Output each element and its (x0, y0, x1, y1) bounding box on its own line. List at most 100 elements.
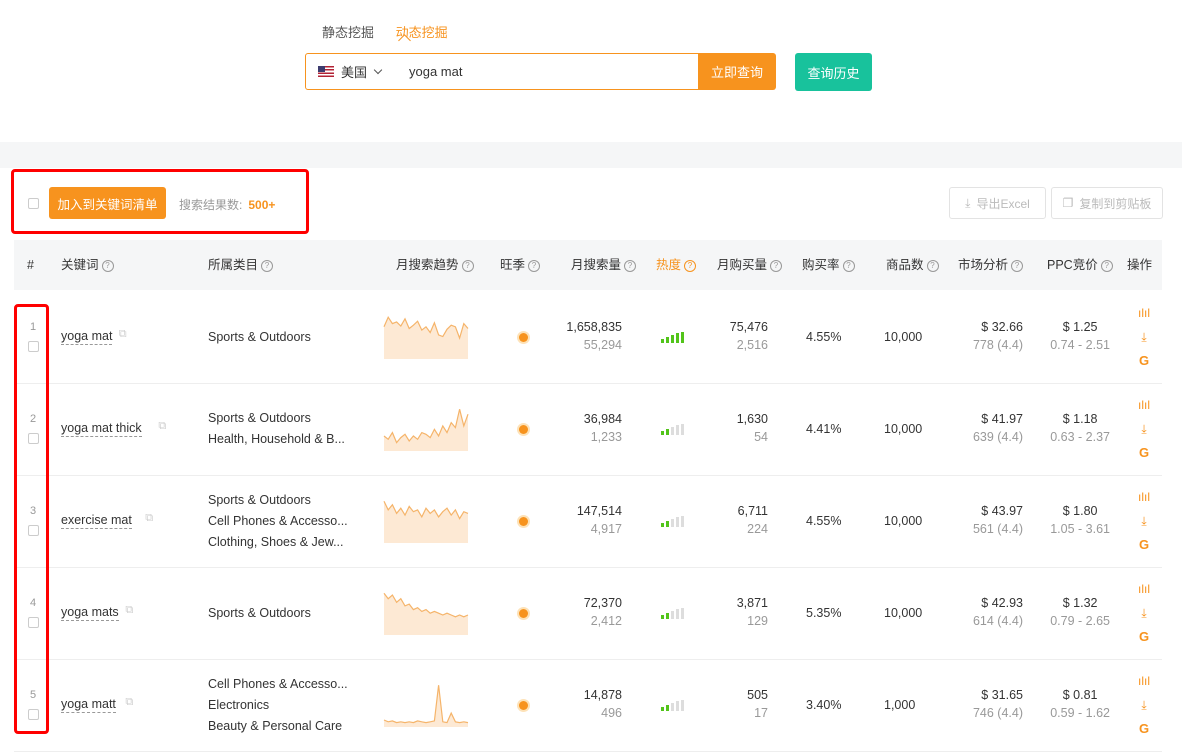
market-price[interactable]: $ 42.93 (981, 596, 1023, 610)
add-to-keyword-list-button[interactable]: 加入到关键词清单 (49, 187, 166, 219)
search-volume-cell: 147,514 4,917 (577, 502, 622, 538)
hotness-bar (666, 613, 669, 619)
help-icon[interactable]: ? (926, 260, 939, 272)
select-all-checkbox[interactable] (28, 198, 39, 209)
help-icon[interactable]: ? (528, 260, 541, 272)
category-item[interactable]: Cell Phones & Accesso... (208, 511, 348, 532)
search-button[interactable]: 立即查询 (698, 53, 776, 90)
external-link-icon[interactable]: ⧉ (145, 512, 153, 525)
keyword-link[interactable]: exercise mat (61, 513, 132, 529)
download-icon[interactable]: ⤓ (1136, 509, 1152, 533)
keyword-link[interactable]: yoga mat thick (61, 421, 142, 437)
download-icon[interactable]: ⤓ (1136, 693, 1152, 717)
hotness-bar (676, 701, 679, 711)
help-icon[interactable]: ? (624, 260, 637, 272)
season-indicator (519, 609, 528, 618)
col-keyword[interactable]: 关键词? (61, 240, 114, 290)
row-checkbox[interactable] (28, 341, 39, 352)
search-volume-cell: 14,878 496 (584, 686, 622, 722)
chart-icon[interactable]: ılıl (1136, 301, 1152, 325)
download-icon[interactable]: ⤓ (1136, 325, 1152, 349)
keyword-link[interactable]: yoga matt (61, 697, 116, 713)
search-volume-daily: 55,294 (583, 338, 622, 352)
table-row: 4 yoga mats ⧉ Sports & Outdoors 72,370 2,412 3… (14, 567, 1162, 660)
row-checkbox[interactable] (28, 617, 39, 628)
category-item[interactable]: Clothing, Shoes & Jew... (208, 532, 348, 553)
row-checkbox[interactable] (28, 433, 39, 444)
search-input[interactable]: yoga mat (409, 54, 462, 89)
help-icon[interactable]: ? (770, 260, 783, 272)
external-link-icon[interactable]: ⧉ (158, 420, 166, 433)
help-icon[interactable]: ? (1100, 260, 1113, 272)
chart-icon[interactable]: ılıl (1136, 577, 1152, 601)
market-price[interactable]: $ 32.66 (981, 320, 1023, 334)
country-select[interactable]: 美国 (318, 54, 383, 89)
table-row: 3 exercise mat ⧉ Sports & Outdoors Cell Phon… (14, 475, 1162, 568)
col-purchase-rate[interactable]: 购买率? (802, 240, 855, 290)
col-index: # (27, 258, 34, 272)
col-season[interactable]: 旺季? (500, 240, 541, 290)
category-list: Sports & Outdoors Health, Household & B..… (208, 408, 345, 450)
season-indicator (519, 333, 528, 342)
col-products[interactable]: 商品数? (886, 240, 939, 290)
help-icon[interactable]: ? (842, 260, 855, 272)
google-icon[interactable]: G (1136, 349, 1152, 373)
col-hotness[interactable]: 热度? (656, 240, 697, 290)
category-item[interactable]: Electronics (208, 695, 348, 716)
row-checkbox[interactable] (28, 525, 39, 536)
help-icon[interactable]: ? (461, 260, 474, 272)
hotness-bar (676, 425, 679, 435)
google-icon[interactable]: G (1136, 441, 1152, 465)
history-button[interactable]: 查询历史 (795, 53, 872, 91)
help-icon[interactable]: ? (684, 260, 697, 272)
help-icon[interactable]: ? (261, 260, 274, 272)
category-item[interactable]: Sports & Outdoors (208, 603, 311, 624)
market-price[interactable]: $ 31.65 (981, 688, 1023, 702)
season-indicator (519, 517, 528, 526)
chart-icon[interactable]: ılıl (1136, 485, 1152, 509)
google-icon[interactable]: G (1136, 533, 1152, 557)
col-search-volume[interactable]: 月搜索量? (571, 240, 637, 290)
col-trend[interactable]: 月搜索趋势? (396, 240, 474, 290)
chart-icon[interactable]: ılıl (1136, 393, 1152, 417)
product-count: 10,000 (884, 514, 923, 528)
copy-clipboard-button[interactable]: ❐ 复制到剪贴板 (1051, 187, 1163, 219)
download-icon[interactable]: ⤓ (1136, 417, 1152, 441)
google-icon[interactable]: G (1136, 717, 1152, 741)
market-price[interactable]: $ 43.97 (981, 504, 1023, 518)
keyword-link[interactable]: yoga mats (61, 605, 119, 621)
category-item[interactable]: Sports & Outdoors (208, 327, 311, 348)
col-category[interactable]: 所属类目? (208, 240, 274, 290)
category-item[interactable]: Health, Household & B... (208, 429, 345, 450)
help-icon[interactable]: ? (1011, 260, 1024, 272)
external-link-icon[interactable]: ⧉ (125, 604, 133, 617)
row-actions: ılıl ⤓ G (1136, 485, 1152, 557)
col-market[interactable]: 市场分析? (958, 240, 1024, 290)
google-icon[interactable]: G (1136, 625, 1152, 649)
market-price[interactable]: $ 41.97 (981, 412, 1023, 426)
row-index: 5 (29, 689, 37, 701)
col-purchase-rate-label: 购买率 (802, 258, 840, 272)
col-purchases[interactable]: 月购买量? (717, 240, 783, 290)
keyword-link[interactable]: yoga mat (61, 329, 113, 345)
col-search-volume-label: 月搜索量 (571, 258, 622, 272)
tab-static-mining[interactable]: 静态挖掘 (322, 25, 374, 40)
trend-sparkline (383, 592, 469, 635)
help-icon[interactable]: ? (101, 260, 114, 272)
row-checkbox[interactable] (28, 709, 39, 720)
export-excel-button[interactable]: ⤓ 导出Excel (949, 187, 1046, 219)
download-icon[interactable]: ⤓ (1136, 601, 1152, 625)
chart-icon[interactable]: ılıl (1136, 669, 1152, 693)
ppc-cell: $ 1.80 1.05 - 3.61 (1050, 502, 1110, 538)
table-row: 2 yoga mat thick ⧉ Sports & Outdoors Health,… (14, 383, 1162, 476)
category-item[interactable]: Beauty & Personal Care (208, 716, 348, 737)
category-item[interactable]: Sports & Outdoors (208, 490, 348, 511)
category-item[interactable]: Cell Phones & Accesso... (208, 674, 348, 695)
row-index: 3 (29, 505, 37, 517)
external-link-icon[interactable]: ⧉ (125, 696, 133, 709)
external-link-icon[interactable]: ⧉ (119, 328, 127, 341)
category-item[interactable]: Sports & Outdoors (208, 408, 345, 429)
purchases-cell: 3,871 129 (737, 594, 768, 630)
col-ppc[interactable]: PPC竞价? (1047, 240, 1113, 290)
col-keyword-label: 关键词 (61, 258, 99, 272)
